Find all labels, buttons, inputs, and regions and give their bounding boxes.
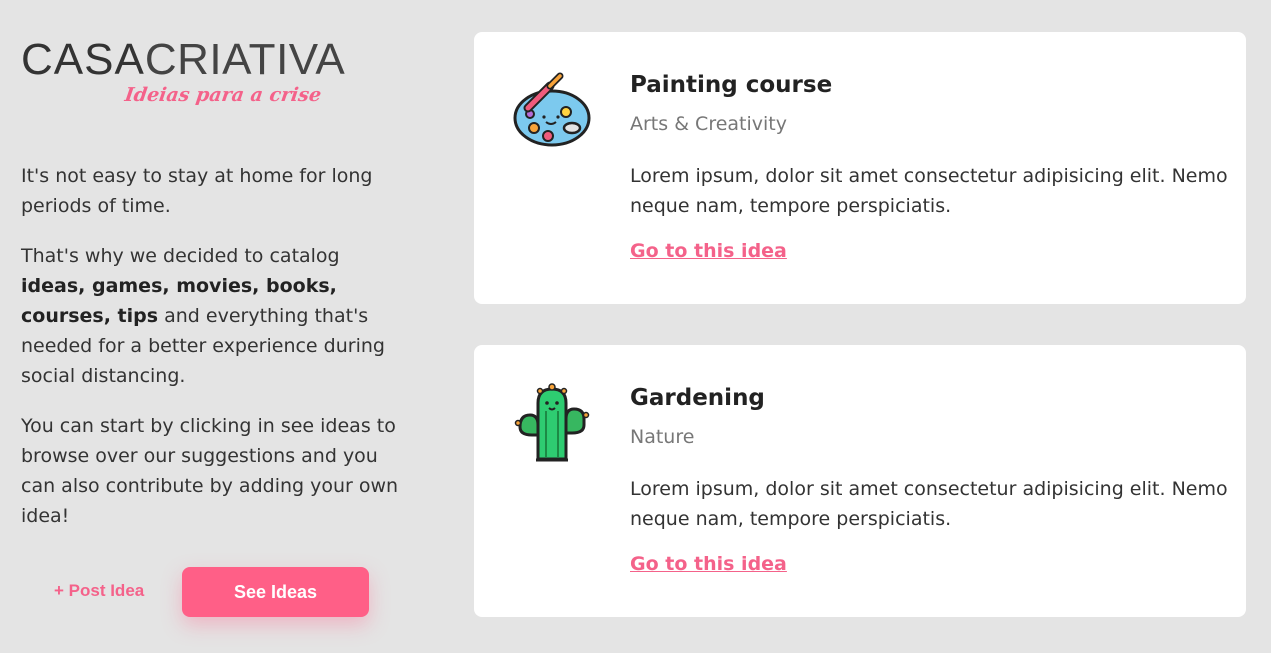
intro-paragraph-2: That's why we decided to catalog ideas, …	[21, 245, 385, 387]
sidebar: CASACRIATIVA Ideias para a crise It's no…	[21, 38, 401, 551]
idea-category: Arts & Creativity	[630, 113, 787, 135]
post-idea-link[interactable]: + Post Idea	[54, 581, 144, 601]
action-bar: + Post Idea See Ideas	[21, 567, 401, 617]
logo-tagline: Ideias para a crise	[123, 84, 323, 106]
paint-palette-icon	[510, 68, 594, 152]
idea-description: Lorem ipsum, dolor sit amet consectetur …	[630, 478, 1228, 530]
logo-wordmark: CASACRIATIVA	[21, 35, 346, 84]
see-ideas-button[interactable]: See Ideas	[182, 567, 369, 617]
intro-paragraph-1: It's not easy to stay at home for long p…	[21, 165, 373, 217]
idea-title: Painting course	[630, 72, 833, 98]
intro-text: It's not easy to stay at home for long p…	[21, 161, 401, 531]
idea-card: Gardening Nature Lorem ipsum, dolor sit …	[474, 345, 1246, 617]
intro-paragraph-3: You can start by clicking in see ideas t…	[21, 415, 399, 527]
go-to-idea-link[interactable]: Go to this idea	[630, 553, 787, 575]
idea-card: Painting course Arts & Creativity Lorem …	[474, 32, 1246, 304]
logo[interactable]: CASACRIATIVA Ideias para a crise	[21, 38, 401, 113]
idea-category: Nature	[630, 426, 695, 448]
go-to-idea-link[interactable]: Go to this idea	[630, 240, 787, 262]
idea-description: Lorem ipsum, dolor sit amet consectetur …	[630, 165, 1228, 217]
idea-title: Gardening	[630, 385, 765, 411]
cactus-icon	[510, 381, 594, 465]
